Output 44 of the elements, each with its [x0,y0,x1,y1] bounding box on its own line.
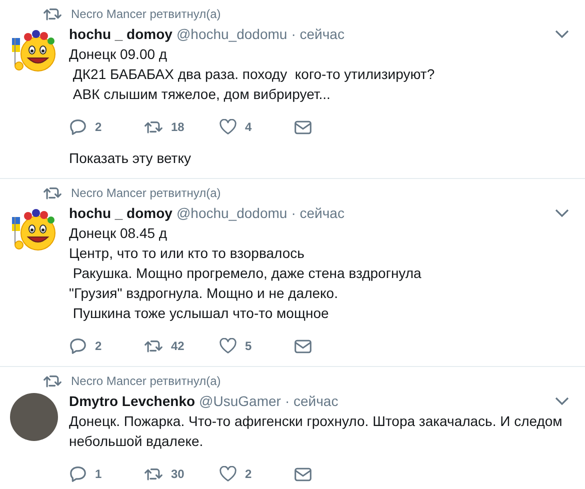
author-handle[interactable]: @UsuGamer [199,391,281,411]
retweet-icon [43,374,62,388]
tweet-text: Донецк. Пожарка. Что-то афигенски грохнуло. Штора закачалась. И следом небольшой вдалеке. [69,412,564,451]
retweet-icon[interactable] [144,339,163,353]
chevron-down-icon[interactable] [555,397,569,405]
chevron-down-icon[interactable] [555,30,569,38]
tweet-text: Донецк 09.00 д ДК21 БАБАБАХ два раза. походу кого-то утилизируют? АВК слышим тяжелое, дом вибрирует... [69,45,436,104]
retweet-context[interactable]: Necro Mancer ретвитнул(а) [71,186,221,200]
mail-icon[interactable] [294,120,312,134]
retweet-count: 18 [171,120,184,134]
author-handle[interactable]: @hochu_dodomu [176,203,288,223]
retweet-icon [43,186,62,200]
like-count: 2 [245,467,252,481]
retweet-icon[interactable] [144,120,163,134]
author-name[interactable]: hochu _ domoy [69,203,172,223]
reply-count: 2 [95,120,102,134]
avatar-photo-placeholder[interactable] [10,393,58,441]
chevron-down-icon[interactable] [555,209,569,217]
show-thread-link[interactable]: Показать эту ветку [69,150,191,166]
retweet-context[interactable]: Necro Mancer ретвитнул(а) [71,7,221,21]
author-name[interactable]: Dmytro Levchenko [69,391,196,411]
reply-count: 1 [95,467,102,481]
retweet-count: 30 [171,467,184,481]
author-name[interactable]: hochu _ domoy [69,24,172,44]
tweet-text: Донецк 08.45 д Центр, что то или кто то взорвалось Ракушка. Мощно прогремело, даже стена вздрогнула "Грузия" вздрогнула. Мощно и не далеко. Пушкина тоже услышал что-то мощное [69,224,422,323]
like-count: 5 [245,339,252,353]
like-count: 4 [245,120,252,134]
reply-count: 2 [95,339,102,353]
retweet-context[interactable]: Necro Mancer ретвитнул(а) [71,374,221,388]
mail-icon[interactable] [294,338,312,354]
mail-icon[interactable] [294,466,312,482]
tweet-time[interactable]: · сейчас [291,203,344,223]
retweet-icon [43,7,62,21]
tweet-time[interactable]: · сейчас [284,391,338,411]
heart-icon[interactable] [219,338,237,354]
reply-icon[interactable] [69,119,87,135]
tweet-time[interactable]: · сейчас [291,24,344,44]
retweet-count: 42 [171,339,184,353]
author-handle[interactable]: @hochu_dodomu [176,24,288,44]
heart-icon[interactable] [219,119,237,135]
heart-icon[interactable] [219,466,237,482]
reply-icon[interactable] [69,338,87,354]
retweet-icon[interactable] [144,467,163,481]
reply-icon[interactable] [69,466,87,482]
